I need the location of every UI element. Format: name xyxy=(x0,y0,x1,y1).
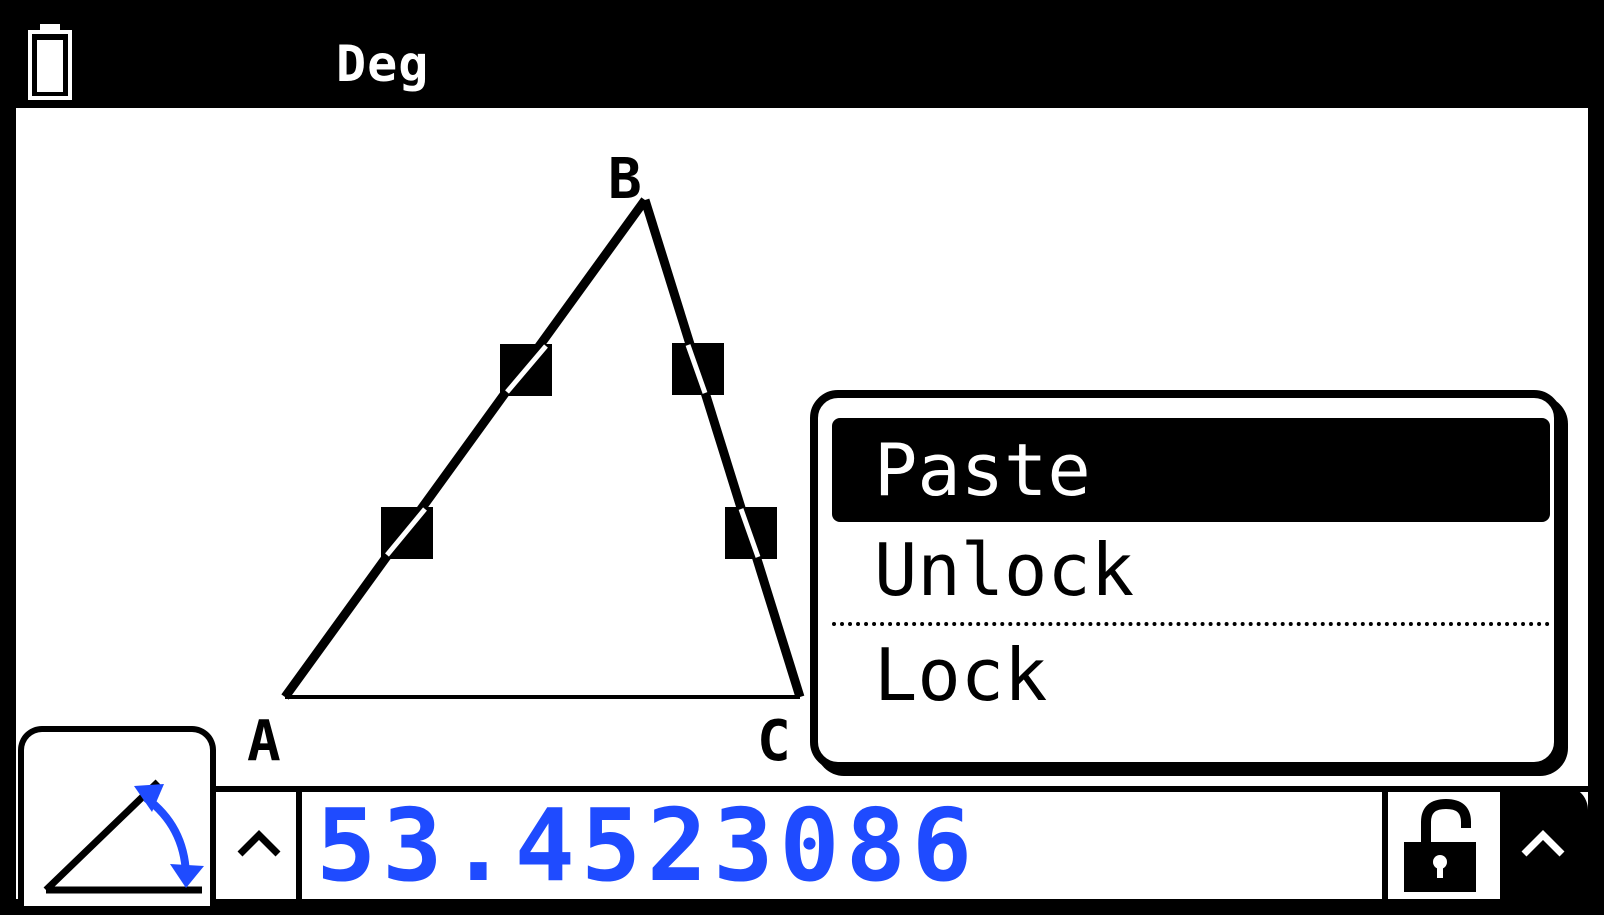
caret-up-icon xyxy=(237,830,281,857)
caret-up-icon xyxy=(1521,830,1565,857)
vertex-label-c: C xyxy=(757,709,791,774)
menu-item-lock[interactable]: Lock xyxy=(832,623,1550,727)
unlocked-padlock-icon[interactable] xyxy=(1396,796,1490,896)
angle-measure-icon xyxy=(43,779,204,894)
menu-item-unlock[interactable]: Unlock xyxy=(832,518,1550,622)
vertex-label-a: A xyxy=(247,709,281,774)
expand-right-button[interactable] xyxy=(1500,786,1588,899)
expand-left-button[interactable] xyxy=(216,792,302,899)
measurement-bar: 53.4523086 xyxy=(216,786,1588,899)
segment-bc-handle-lower[interactable] xyxy=(725,507,777,559)
segment-ab[interactable] xyxy=(281,197,649,700)
menu-item-paste[interactable]: Paste xyxy=(832,418,1550,522)
bar-divider xyxy=(1382,792,1388,899)
segment-bc[interactable] xyxy=(640,198,805,699)
segment-ab-handle-upper[interactable] xyxy=(500,344,552,396)
segment-bc-handle-upper[interactable] xyxy=(672,343,724,395)
measurement-value[interactable]: 53.4523086 xyxy=(316,792,1346,899)
measure-tool-tab[interactable] xyxy=(18,726,216,906)
vertex-label-b: B xyxy=(608,147,642,212)
context-menu: Paste Unlock Lock xyxy=(810,390,1562,770)
segment-ab-handle-lower[interactable] xyxy=(381,507,433,559)
